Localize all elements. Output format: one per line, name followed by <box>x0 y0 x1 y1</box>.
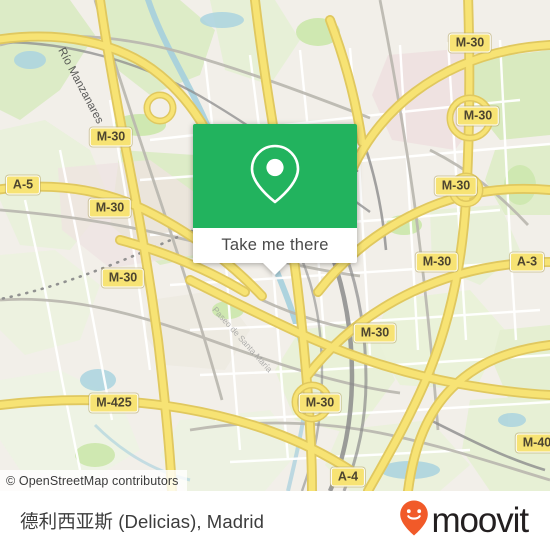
road-shield: M-30 <box>298 393 342 413</box>
road-shield-label: M-40 <box>522 435 550 450</box>
footer-bar: 德利西亚斯 (Delicias), Madrid moovit <box>0 491 550 550</box>
road-shield-label: M-30 <box>95 200 125 215</box>
popup-pointer-tail <box>263 263 287 275</box>
road-shield: M-40 <box>515 433 550 453</box>
take-me-there-label: Take me there <box>221 236 329 254</box>
road-shield-label: M-425 <box>96 395 132 410</box>
place-name-label: 德利西亚斯 (Delicias), Madrid <box>20 510 264 532</box>
road-shield-label: M-30 <box>96 129 126 144</box>
road-shield: A-5 <box>5 175 41 195</box>
road-shield: M-30 <box>88 198 132 218</box>
moovit-logo[interactable]: moovit <box>399 499 529 542</box>
popup-header <box>193 124 357 228</box>
road-shield-label: A-3 <box>516 254 538 269</box>
popup-action-bar[interactable]: Take me there <box>193 228 357 263</box>
take-me-there-popup[interactable]: Take me there <box>193 124 357 275</box>
moovit-map-screen: Río Manzanares Paseo de Santa María M-30… <box>0 0 550 550</box>
road-shield-label: A-4 <box>337 469 359 484</box>
road-shield-label: M-30 <box>463 108 493 123</box>
road-shield: A-4 <box>330 467 366 487</box>
road-shield-label: M-30 <box>441 178 471 193</box>
osm-attribution-text: © OpenStreetMap contributors <box>6 473 179 488</box>
road-shield: M-30 <box>101 268 145 288</box>
road-shield: M-30 <box>434 176 478 196</box>
map-pin-icon <box>248 143 302 210</box>
road-shield-label: M-30 <box>305 395 335 410</box>
road-shield: M-30 <box>456 106 500 126</box>
road-shield-label: M-30 <box>455 35 485 50</box>
road-shield: A-3 <box>509 252 545 272</box>
osm-attribution[interactable]: © OpenStreetMap contributors <box>0 470 187 491</box>
road-shield-label: M-30 <box>360 325 390 340</box>
moovit-pin-icon <box>399 499 429 542</box>
road-shield: M-30 <box>89 127 133 147</box>
road-shield-label: M-30 <box>422 254 452 269</box>
road-shield: M-30 <box>415 252 459 272</box>
road-shield: M-425 <box>89 393 139 413</box>
road-shield-label: M-30 <box>108 270 138 285</box>
road-shield: M-30 <box>448 33 492 53</box>
road-shield: M-30 <box>353 323 397 343</box>
moovit-wordmark: moovit <box>431 501 530 540</box>
road-shield-label: A-5 <box>12 177 34 192</box>
